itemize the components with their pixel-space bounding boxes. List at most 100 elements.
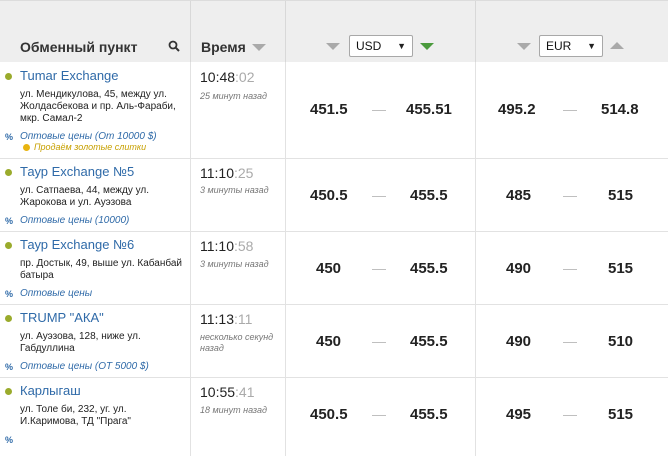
dash-separator [372,269,386,270]
dash-separator [563,415,577,416]
exchange-address: ул. Мендикулова, 45, между ул. Жолдасбек… [20,89,176,124]
exchange-address: ул. Сатпаева, 44, между ул. Жарокова и у… [20,185,149,208]
eur-column-header: EUR ▼ [475,1,668,62]
exchange-address: ул. Ауэзова, 128, ниже ул. Габдуллина [20,331,141,354]
exchange-name-link[interactable]: TRUMP "АКА" [20,310,104,325]
update-time-seconds: :11 [234,311,253,327]
exchange-address: пр. Достык, 49, выше ул. Кабанбай батыра [20,258,183,281]
sort-time-desc-icon[interactable] [252,44,266,51]
percent-icon: % [5,362,14,372]
search-icon[interactable] [168,40,180,52]
update-time-hm: 10:55 [200,384,236,400]
sort-eur-buy-icon[interactable] [517,43,531,50]
eur-buy-rate: 485 [506,187,532,204]
time-column-header[interactable]: Время [190,1,285,62]
wholesale-prices-link[interactable]: Оптовые цены (10000) [20,215,129,226]
usd-currency-value: USD [356,39,382,53]
update-ago: 25 минут назад [200,91,267,101]
eur-currency-value: EUR [546,39,572,53]
usd-buy-rate: 450.5 [310,406,348,423]
eur-sell-rate: 510 [608,333,634,350]
usd-buy-rate: 450.5 [310,187,348,204]
percent-icon: % [5,216,14,226]
update-ago: 3 минуты назад [200,185,269,195]
exchange-name-link[interactable]: Tumar Exchange [20,68,119,83]
eur-sell-rate: 515 [608,260,634,277]
eur-buy-rate: 490 [506,333,532,350]
usd-buy-rate: 450 [316,333,342,350]
eur-buy-rate: 495 [506,406,532,423]
table-row: TRUMP "АКА" ул. Ауэзова, 128, ниже ул. Г… [0,305,668,378]
wholesale-prices-link[interactable]: Оптовые цены [20,288,92,299]
exchange-column-title: Обменный пункт [20,39,138,55]
exchange-name-link[interactable]: Карлыгаш [20,383,81,398]
update-time-seconds: :25 [234,165,254,181]
time-column-title: Время [201,39,246,55]
sort-usd-buy-icon[interactable] [326,43,340,50]
dash-separator [563,196,577,197]
table-row: Таур Exchange №6 пр. Достык, 49, выше ул… [0,232,668,305]
update-time: 11:13:11 [200,311,252,327]
update-time-seconds: :58 [234,238,254,254]
status-dot-icon [5,73,12,80]
usd-column-header: USD ▼ [285,1,475,62]
usd-sell-rate: 455.51 [406,101,452,118]
update-time: 11:10:25 [200,165,253,181]
chevron-down-icon: ▼ [587,41,596,51]
usd-currency-select[interactable]: USD ▼ [349,35,413,57]
update-ago: 18 минут назад [200,405,267,415]
usd-sell-rate: 455.5 [410,260,448,277]
gold-bar-dot-icon [23,144,30,151]
exchange-name-link[interactable]: Таур Exchange №5 [20,164,134,179]
percent-icon: % [5,132,14,142]
wholesale-prices-link[interactable]: Оптовые цены (ОТ 5000 $) [20,361,149,372]
sort-eur-sell-icon[interactable] [610,42,624,49]
update-time-seconds: :41 [235,384,255,400]
update-ago: 3 минуты назад [200,259,269,269]
wholesale-prices-link[interactable]: Оптовые цены (От 10000 $) [20,131,157,142]
usd-buy-rate: 450 [316,260,342,277]
dash-separator [563,110,577,111]
dash-separator [563,269,577,270]
status-dot-icon [5,315,12,322]
eur-currency-select[interactable]: EUR ▼ [539,35,603,57]
update-time-hm: 11:10 [200,238,234,254]
table-row: Таур Exchange №5 ул. Сатпаева, 44, между… [0,159,668,232]
usd-buy-rate: 451.5 [310,101,348,118]
table-header: Обменный пункт Время USD ▼ EUR ▼ [0,0,668,62]
eur-sell-rate: 515 [608,406,634,423]
percent-icon: % [5,435,14,445]
status-dot-icon [5,242,12,249]
exchange-address: ул. Толе би, 232, уг. ул. И.Каримова, ТД… [20,404,131,427]
eur-sell-rate: 515 [608,187,634,204]
dash-separator [372,342,386,343]
update-time-hm: 11:13 [200,311,234,327]
dash-separator [563,342,577,343]
exchange-name-link[interactable]: Таур Exchange №6 [20,237,134,252]
table-row: Карлыгаш ул. Толе би, 232, уг. ул. И.Кар… [0,378,668,456]
sort-usd-sell-active-icon[interactable] [420,43,434,50]
dash-separator [372,196,386,197]
gold-bars-note: Продаём золотые слитки [34,142,147,152]
table-row: Tumar Exchange ул. Мендикулова, 45, межд… [0,62,668,159]
update-time-seconds: :02 [235,69,255,85]
chevron-down-icon: ▼ [397,41,406,51]
update-ago: несколько секунд назад [200,332,274,353]
usd-sell-rate: 455.5 [410,406,448,423]
usd-sell-rate: 455.5 [410,333,448,350]
eur-buy-rate: 495.2 [498,101,536,118]
update-time-hm: 10:48 [200,69,236,85]
status-dot-icon [5,169,12,176]
update-time: 11:10:58 [200,238,253,254]
update-time-hm: 11:10 [200,165,234,181]
usd-sell-rate: 455.5 [410,187,448,204]
eur-sell-rate: 514.8 [601,101,639,118]
eur-buy-rate: 490 [506,260,532,277]
update-time: 10:55:41 [200,384,255,400]
percent-icon: % [5,289,14,299]
status-dot-icon [5,388,12,395]
dash-separator [372,415,386,416]
update-time: 10:48:02 [200,69,255,85]
exchange-column-header[interactable]: Обменный пункт [0,1,190,62]
dash-separator [372,110,386,111]
